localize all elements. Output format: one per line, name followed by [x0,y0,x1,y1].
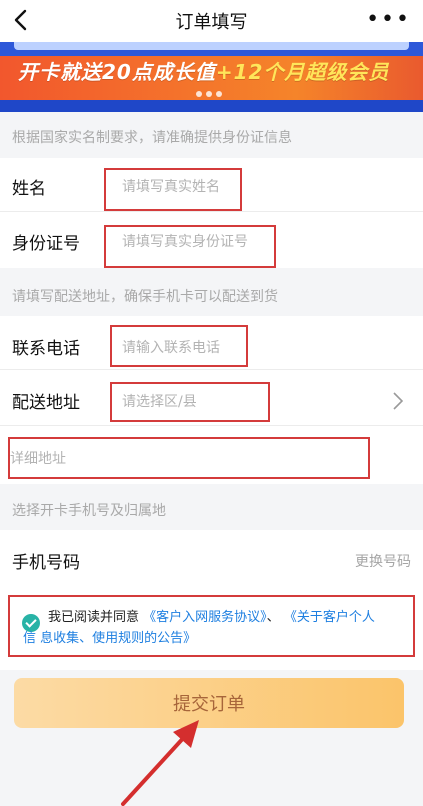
banner-bottom-strip [0,100,423,112]
change-number-link[interactable]: 更换号码 [355,551,411,571]
promo-banner[interactable]: 开卡就送20点成长值+12个月超级会员 [0,42,423,112]
submit-order-button[interactable]: 提交订单 [14,678,404,728]
banner-text: 开卡就送20点成长值+12个月超级会员 [18,56,389,85]
delivery-hint: 请填写配送地址，确保手机卡可以配送到货 [12,289,278,305]
name-highlight-box [104,168,242,211]
agreement-separator: 、 [266,610,280,625]
id-label: 身份证号 [12,234,80,254]
service-agreement-link[interactable]: 《客户入网服务协议》 [143,610,267,625]
more-options-icon[interactable]: ••• [366,9,411,31]
privacy-notice-link-part1[interactable]: 《关于客户个人 [284,610,375,625]
detail-address-highlight-box [8,437,370,479]
name-label: 姓名 [12,179,46,199]
agreement-box: 我已阅读并同意 《客户入网服务协议》、 《关于客户个人 信 息收集、使用规则的公… [8,595,415,657]
banner-text-part2: +12个月超级会员 [215,60,390,84]
number-hint: 选择开卡手机号及归属地 [12,503,166,519]
banner-pager-dots [196,91,226,97]
chevron-right-icon [393,392,403,410]
order-form-page: 订单填写 ••• 开卡就送20点成长值+12个月超级会员 根据国家实名制要求，请… [0,0,423,806]
identity-hint: 根据国家实名制要求，请准确提供身份证信息 [12,130,292,146]
banner-text-part1: 开卡就送20点成长值 [18,60,216,84]
contact-phone-highlight-box [110,325,248,367]
page-title: 订单填写 [175,12,248,33]
back-arrow-icon[interactable] [10,8,34,32]
id-highlight-box [104,225,276,268]
red-arrow-annotation [121,720,199,806]
contact-phone-label: 联系电话 [12,339,80,359]
phone-number-label: 手机号码 [12,553,80,573]
banner-top-strip [0,42,423,56]
agreement-prefix: 我已阅读并同意 [48,610,140,625]
district-highlight-box [110,382,270,422]
privacy-notice-link-part2[interactable]: 信 息收集、使用规则的公告》 [23,627,196,646]
top-bar: 订单填写 ••• [0,0,423,42]
address-label: 配送地址 [12,393,80,413]
agreement-line-1: 我已阅读并同意 《客户入网服务协议》、 《关于客户个人 [48,606,375,625]
